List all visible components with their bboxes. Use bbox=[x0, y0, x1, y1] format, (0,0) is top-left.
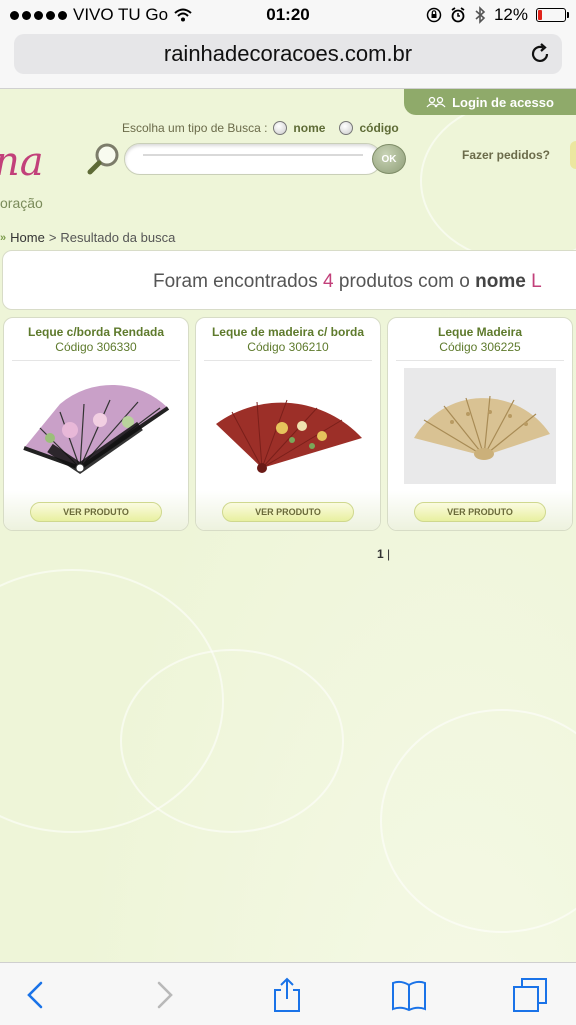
battery-icon bbox=[536, 8, 569, 22]
breadcrumb-home[interactable]: Home bbox=[10, 230, 45, 245]
results-middle: produtos com o bbox=[338, 271, 470, 292]
card-footer: VER PRODUTO bbox=[196, 490, 380, 530]
product-card[interactable]: Leque c/borda Rendada Código 306330 VER … bbox=[3, 317, 189, 531]
login-button[interactable]: Login de acesso bbox=[404, 89, 576, 115]
ver-produto-button[interactable]: VER PRODUTO bbox=[414, 502, 546, 522]
product-image-natural-wooden-fan[interactable] bbox=[404, 368, 556, 484]
product-image-lace-fan[interactable] bbox=[20, 368, 172, 484]
breadcrumb-arrow: » bbox=[0, 231, 7, 244]
results-prefix: Foram encontrados bbox=[153, 271, 318, 292]
radio-codigo-label[interactable]: código bbox=[359, 121, 398, 135]
page-separator: | bbox=[387, 547, 391, 561]
browser-toolbar bbox=[0, 962, 576, 1025]
product-name[interactable]: Leque Madeira bbox=[388, 325, 572, 339]
url-text: rainhadecoracoes.com.br bbox=[163, 41, 413, 66]
address-bar[interactable]: rainhadecoracoes.com.br bbox=[14, 34, 562, 74]
bookmarks-icon[interactable] bbox=[391, 977, 427, 1013]
product-card[interactable]: Leque de madeira c/ borda Código 306210 … bbox=[195, 317, 381, 531]
breadcrumb-separator: > bbox=[48, 230, 57, 245]
background-swirl bbox=[420, 99, 576, 263]
tabs-icon[interactable] bbox=[512, 977, 548, 1013]
users-icon bbox=[426, 96, 446, 108]
search-input[interactable] bbox=[124, 143, 382, 175]
status-right: 12% bbox=[426, 5, 569, 25]
search-type-label: Escolha um tipo de Busca : bbox=[122, 121, 268, 135]
card-divider bbox=[204, 360, 372, 361]
share-icon[interactable] bbox=[269, 977, 305, 1013]
ver-produto-button[interactable]: VER PRODUTO bbox=[222, 502, 354, 522]
page-current[interactable]: 1 bbox=[377, 547, 384, 561]
results-text: Foram encontrados 4 produtos com o nome … bbox=[153, 271, 542, 293]
back-icon[interactable] bbox=[18, 977, 54, 1013]
battery-percent: 12% bbox=[493, 5, 528, 24]
pedidos-tab[interactable] bbox=[570, 141, 576, 169]
card-footer: VER PRODUTO bbox=[4, 490, 188, 530]
search-icon bbox=[87, 143, 119, 175]
reload-icon[interactable] bbox=[528, 42, 552, 66]
radio-codigo[interactable] bbox=[339, 121, 354, 135]
breadcrumb-current: Resultado da busca bbox=[60, 230, 176, 245]
search-type-selector: Escolha um tipo de Busca : nome código bbox=[122, 121, 407, 135]
login-label: Login de acesso bbox=[452, 94, 554, 110]
radio-nome-label[interactable]: nome bbox=[293, 121, 325, 135]
site-logo[interactable]: na bbox=[0, 139, 44, 185]
product-code: Código 306210 bbox=[247, 340, 329, 354]
results-count: 4 bbox=[323, 271, 334, 292]
ver-produto-button[interactable]: VER PRODUTO bbox=[30, 502, 162, 522]
search-results-summary: Foram encontrados 4 produtos com o nome … bbox=[2, 250, 576, 310]
results-term: L bbox=[531, 271, 542, 292]
search-ok-button[interactable]: OK bbox=[372, 144, 406, 174]
bluetooth-icon bbox=[475, 6, 486, 24]
product-image-red-wooden-fan[interactable] bbox=[212, 368, 364, 484]
alarm-icon bbox=[451, 7, 465, 23]
product-code: Código 306225 bbox=[439, 340, 521, 354]
results-field: nome bbox=[475, 271, 526, 292]
background-swirl bbox=[380, 709, 576, 933]
rotation-lock-icon bbox=[426, 7, 442, 23]
product-name[interactable]: Leque de madeira c/ borda bbox=[196, 325, 380, 339]
site-logo-subtitle: oração bbox=[0, 195, 43, 211]
radio-nome[interactable] bbox=[273, 121, 288, 135]
background-swirl bbox=[120, 649, 344, 833]
card-divider bbox=[12, 360, 180, 361]
forward-icon[interactable] bbox=[146, 977, 182, 1013]
fazer-pedidos-link[interactable]: Fazer pedidos? bbox=[462, 148, 550, 162]
status-bar: VIVO TU Go 01:20 12% bbox=[0, 0, 576, 30]
product-card[interactable]: Leque Madeira Código 306225 VER PRODUTO bbox=[387, 317, 573, 531]
product-code: Código 306330 bbox=[55, 340, 137, 354]
pagination: 1 | bbox=[377, 547, 390, 561]
card-divider bbox=[396, 360, 564, 361]
card-footer: VER PRODUTO bbox=[388, 490, 572, 530]
browser-address-area: rainhadecoracoes.com.br bbox=[0, 30, 576, 89]
product-name[interactable]: Leque c/borda Rendada bbox=[4, 325, 188, 339]
web-page: Login de acesso na oração Escolha um tip… bbox=[0, 89, 576, 962]
breadcrumb: » Home > Resultado da busca bbox=[0, 230, 175, 245]
